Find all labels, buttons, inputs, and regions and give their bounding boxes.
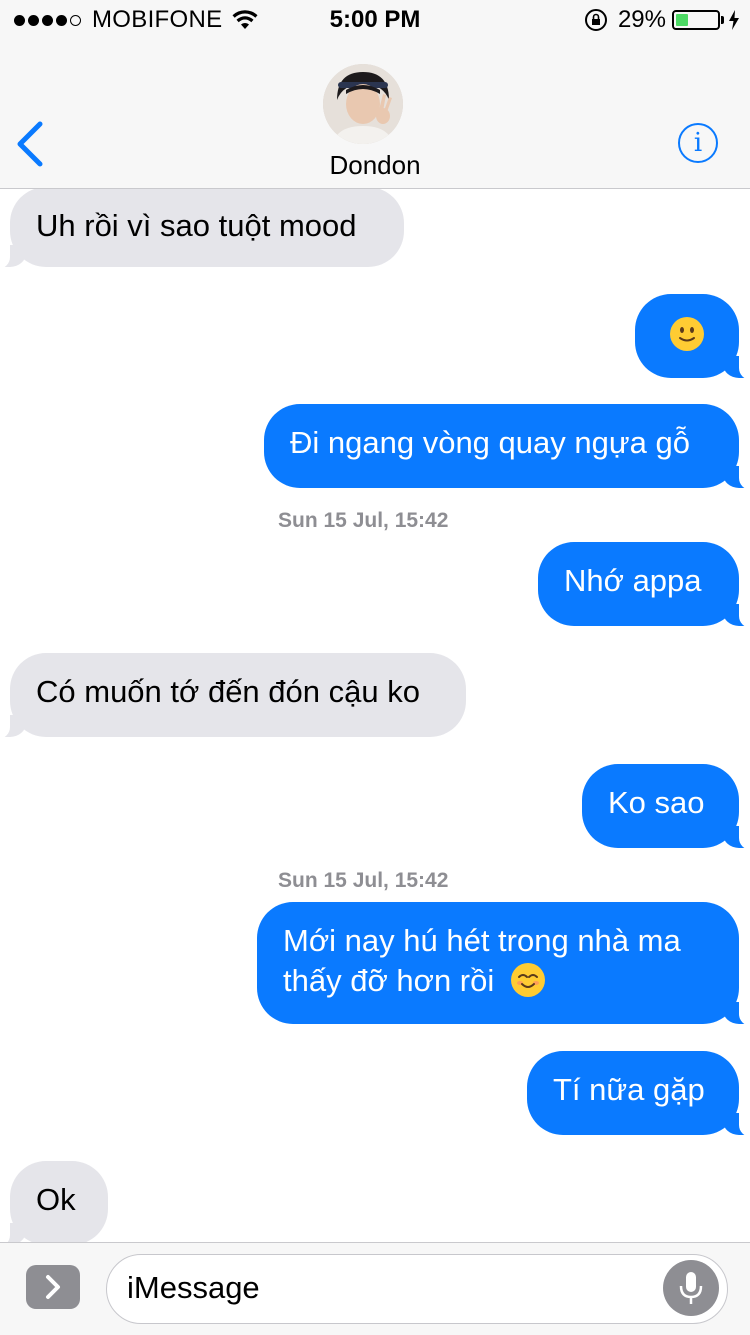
battery-percent: 29% [617,6,666,33]
info-button[interactable]: i [678,123,718,163]
message-text: Có muốn tớ đến đón cậu ko [36,674,420,709]
message-text: thấy đỡ hơn rồi [283,963,495,998]
message-input[interactable]: iMessage [106,1254,728,1324]
message-text: Uh rồi vì sao tuột mood [36,208,357,243]
outgoing-message[interactable]: Mới nay hú hét trong nhà ma thấy đỡ hơn … [257,902,750,1026]
smiling-face-emoji-icon [510,963,545,997]
slightly-smiling-emoji-icon [670,317,704,351]
contact-avatar[interactable] [323,64,403,144]
message-text: Đi ngang vòng quay ngựa gỗ [290,425,690,460]
incoming-message[interactable]: Có muốn tớ đến đón cậu ko [0,653,466,739]
message-text: Ko sao [608,785,705,820]
app-drawer-button[interactable] [26,1265,80,1309]
status-bar: MOBIFONE 5:00 PM 29% [0,0,750,40]
battery-level-fill [676,14,688,26]
message-text-line: Mới nay hú hét trong nhà ma [283,923,681,958]
outgoing-message[interactable]: Đi ngang vòng quay ngựa gỗ [264,404,750,490]
outgoing-message[interactable]: Nhớ appa [538,542,750,628]
info-icon: i [693,128,703,158]
battery-icon [672,10,720,30]
incoming-message[interactable]: Uh rồi vì sao tuột mood [0,189,404,269]
microphone-icon [679,1272,703,1304]
navigation-header: MOBIFONE 5:00 PM 29% Dondon i [0,0,750,189]
message-text: Nhớ appa [564,563,702,598]
message-text: Ok [36,1182,76,1217]
outgoing-message[interactable]: Tí nữa gặp [527,1051,750,1137]
message-text: Tí nữa gặp [553,1072,705,1107]
chevron-right-icon [46,1275,60,1299]
charging-bolt-icon [729,10,739,30]
incoming-message[interactable]: Ok [0,1161,108,1242]
message-text-line: thấy đỡ hơn rồi [283,961,713,1001]
battery-cap [721,16,724,24]
message-input-placeholder: iMessage [127,1270,260,1305]
status-right: 29% [584,6,740,34]
outgoing-message[interactable] [635,294,750,380]
message-timestamp: Sun 15 Jul, 15:42 [278,509,449,532]
outgoing-message[interactable]: Ko sao [582,764,750,850]
contact-name[interactable]: Dondon [0,150,750,181]
compose-bar: iMessage [0,1242,750,1335]
message-timestamp: Sun 15 Jul, 15:42 [278,869,449,892]
message-thread[interactable]: Uh rồi vì sao tuột mood Đi ngang vòng qu… [0,189,750,1242]
avatar-photo [323,64,403,144]
dictation-button[interactable] [663,1260,719,1316]
rotation-lock-icon [584,9,607,31]
